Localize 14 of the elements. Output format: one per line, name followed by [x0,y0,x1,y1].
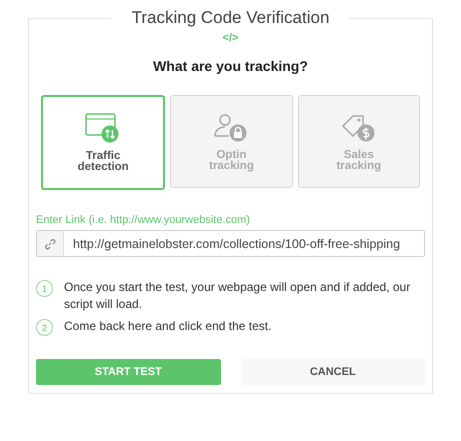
step-number: 2 [36,319,53,336]
tracking-option-card[interactable]: Traffic detection [41,95,166,190]
browser-arrows-icon [85,112,122,142]
cancel-button[interactable]: CANCEL [240,359,425,385]
section-heading: What are you tracking? [153,58,308,74]
step-text: Once you start the test, your webpage will open and if added, our script will load. [64,279,412,313]
step-text: Come back here and click end the test. [64,318,272,335]
dialog-title: Tracking Code Verification [130,8,330,28]
link-label: Enter Link (i.e. http://www.yourwebsite.com) [36,214,251,226]
link-input-field[interactable]: http://getmainelobster.com/collections/100-off-free-shipping [36,230,425,257]
code-symbol: </> [222,32,238,44]
link-icon [44,238,56,250]
user-lock-icon [213,112,250,142]
step-number: 1 [36,280,53,297]
